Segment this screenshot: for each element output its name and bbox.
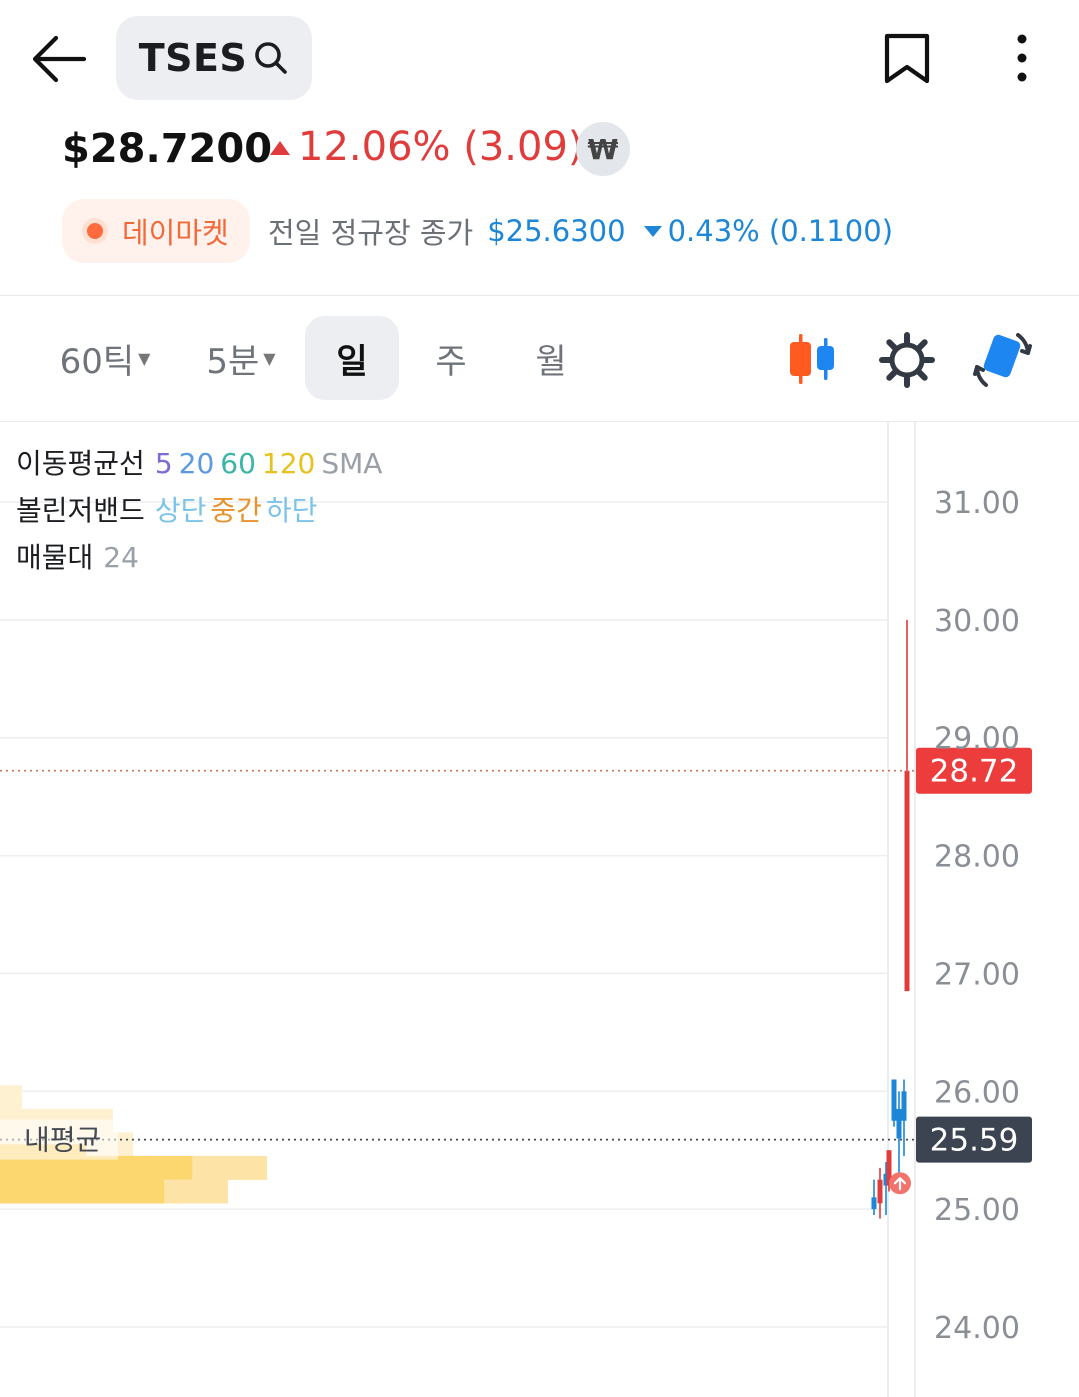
chart-settings-button[interactable] [878, 331, 936, 389]
caret-down-icon: ▼ [263, 348, 276, 368]
tab-label: 5분 [206, 341, 260, 382]
vp-label: 매물대 [16, 541, 94, 574]
more-options-button[interactable] [1000, 30, 1044, 86]
candle-body [896, 1108, 902, 1139]
volume-profile-legend: 매물대 24 [16, 534, 382, 581]
tab-day[interactable]: 일 [305, 316, 399, 400]
gear-icon [879, 332, 935, 388]
ma-period-20: 20 [178, 447, 215, 480]
back-button[interactable] [28, 30, 90, 88]
ma-period-120: 120 [261, 447, 316, 480]
bb-upper: 상단 [154, 494, 207, 527]
price-lines: 28.72 내평균 25.59 [0, 747, 1032, 1195]
avg-price-line-label: 내평균 [24, 1124, 101, 1157]
tab-week[interactable]: 주 [404, 316, 498, 400]
candlesticks [871, 619, 910, 1219]
y-tick-label: 26.00 [934, 1075, 1020, 1110]
y-tick-label: 25.00 [934, 1193, 1020, 1228]
vp-value: 24 [103, 541, 139, 574]
chart-type-button[interactable] [786, 332, 840, 386]
current-price: $28.7200 [62, 126, 273, 172]
tab-5min[interactable]: 5분 ▼ [190, 316, 292, 400]
rotate-screen-button[interactable] [972, 329, 1034, 391]
tab-60tick[interactable]: 60틱 ▼ [46, 316, 164, 400]
ticker-search-button[interactable]: TSES [116, 16, 312, 100]
bb-label: 볼린저밴드 [16, 494, 145, 527]
price-change: 12.06% (3.09) [268, 124, 584, 170]
candlestick-icon [790, 334, 834, 384]
candle-body [904, 770, 910, 992]
prev-close-row: 전일 정규장 종가 $25.6300 0.43% (0.1100) [268, 210, 893, 252]
indicator-legend[interactable]: 이동평균선 5 20 60 120 SMA 볼린저밴드 상단 중간 하단 매물대… [16, 440, 382, 581]
rotate-icon [973, 333, 1032, 387]
status-dot-icon [82, 218, 108, 244]
triangle-up-icon [270, 141, 290, 155]
candle-body [871, 1197, 877, 1210]
ticker-symbol: TSES [138, 36, 248, 80]
candle-body [901, 1091, 907, 1121]
volume-profile-bar-core [0, 1179, 165, 1204]
prev-close-label: 전일 정규장 종가 [268, 216, 474, 250]
day-market-badge: 데이마켓 [62, 199, 250, 263]
y-tick-label: 31.00 [934, 486, 1020, 521]
y-tick-label: 28.00 [934, 840, 1020, 875]
bookmark-button[interactable] [880, 30, 934, 86]
triangle-down-icon [643, 226, 662, 237]
tab-label: 일 [336, 341, 368, 382]
prev-close-price: $25.6300 [487, 214, 626, 248]
ma-period-5: 5 [154, 447, 173, 480]
arrow-left-icon [32, 35, 87, 83]
chart-period-tabs: 60틱 ▼ 5분 ▼ 일 주 월 [0, 296, 1079, 421]
current-price-label: 28.72 [930, 754, 1019, 790]
candle-body [877, 1179, 883, 1204]
bb-lower: 하단 [265, 494, 318, 527]
y-tick-label: 24.00 [934, 1311, 1020, 1346]
bb-middle: 중간 [210, 494, 262, 527]
ma-period-60: 60 [220, 447, 256, 480]
avg-price-label: 25.59 [930, 1123, 1019, 1159]
bollinger-legend: 볼린저밴드 상단 중간 하단 [16, 487, 382, 534]
y-tick-label: 29.00 [934, 722, 1020, 757]
price-change-text: 12.06% (3.09) [298, 124, 584, 170]
currency-toggle-button[interactable]: ₩ [576, 122, 630, 176]
tab-month[interactable]: 월 [504, 316, 598, 400]
y-tick-label: 30.00 [934, 604, 1020, 639]
moving-average-legend: 이동평균선 5 20 60 120 SMA [16, 440, 382, 487]
more-vertical-icon [1017, 34, 1027, 82]
top-app-bar: TSES [0, 0, 1079, 110]
y-axis: 31.00 30.00 29.00 28.00 27.00 26.00 25.00 24.00 [934, 486, 1020, 1346]
caret-down-icon: ▼ [138, 348, 151, 368]
search-icon [255, 42, 288, 74]
candle-body [891, 1079, 897, 1121]
tab-label: 주 [435, 341, 467, 382]
day-market-label: 데이마켓 [122, 216, 229, 250]
volume-profile-bar [0, 1085, 22, 1110]
y-tick-label: 27.00 [934, 957, 1020, 992]
ma-label: 이동평균선 [16, 447, 145, 480]
tab-label: 월 [535, 341, 567, 382]
prev-close-change: 0.43% (0.1100) [667, 214, 894, 248]
tab-label: 60틱 [59, 341, 135, 382]
bookmark-icon [884, 33, 930, 84]
ma-type: SMA [321, 447, 383, 480]
